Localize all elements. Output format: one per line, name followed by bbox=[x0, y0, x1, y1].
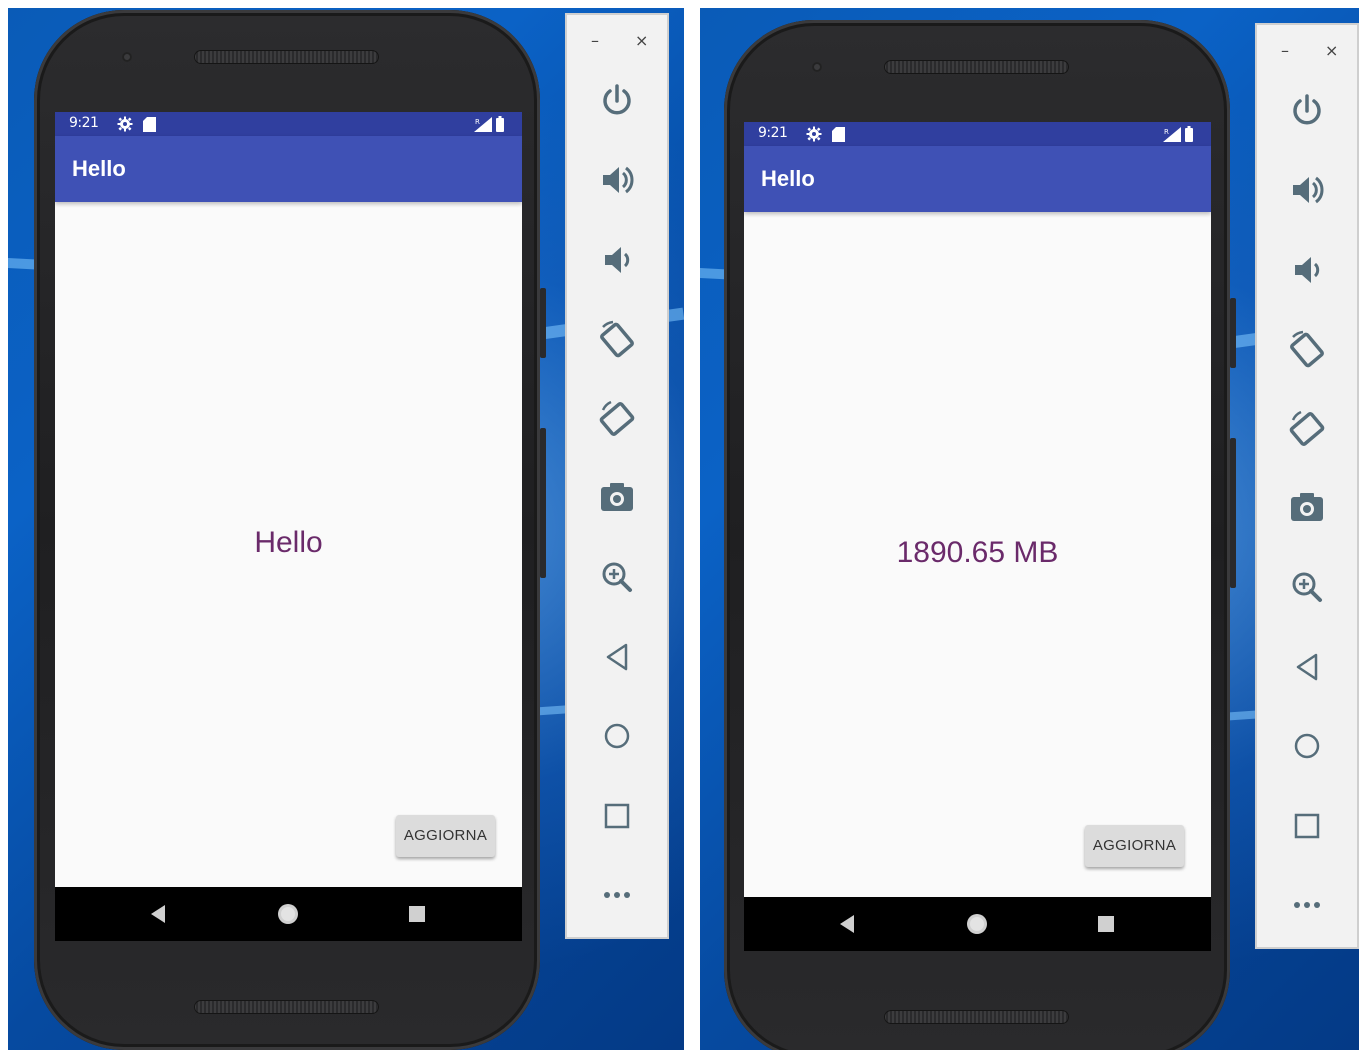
back-icon[interactable] bbox=[597, 637, 637, 677]
zoom-icon[interactable] bbox=[597, 557, 637, 597]
signal-icon: R bbox=[1163, 127, 1181, 142]
top-speaker bbox=[194, 50, 379, 64]
app-bar: Hello bbox=[744, 146, 1211, 212]
status-time: 9:21 bbox=[69, 115, 99, 131]
power-icon[interactable] bbox=[1287, 91, 1327, 131]
close-button[interactable]: × bbox=[635, 33, 648, 49]
minimize-button[interactable]: – bbox=[591, 33, 599, 49]
home-icon[interactable] bbox=[597, 716, 637, 756]
app-bar: Hello bbox=[55, 136, 522, 202]
front-camera bbox=[812, 62, 822, 72]
signal-icon: R bbox=[474, 117, 492, 132]
bottom-speaker bbox=[194, 1000, 379, 1014]
minimize-button[interactable]: – bbox=[1281, 43, 1289, 59]
top-speaker bbox=[884, 60, 1069, 74]
camera-icon[interactable] bbox=[1287, 487, 1327, 527]
settings-gear-icon bbox=[117, 116, 133, 132]
sd-card-icon bbox=[143, 117, 156, 132]
volume-up-icon[interactable] bbox=[1287, 170, 1327, 210]
left-emulator-panel: 9:21 R Hello Hello AGGIORNA – × bbox=[8, 8, 684, 1050]
volume-down-icon[interactable] bbox=[1287, 250, 1327, 290]
close-button[interactable]: × bbox=[1325, 43, 1338, 59]
rotate-left-icon[interactable] bbox=[1287, 329, 1327, 369]
overview-icon[interactable] bbox=[1287, 806, 1327, 846]
device-screen: 9:21 R bbox=[744, 122, 1211, 951]
memory-size-text: 1890.65 MB bbox=[896, 536, 1059, 569]
rotate-right-icon[interactable] bbox=[597, 398, 637, 438]
bottom-speaker bbox=[884, 1010, 1069, 1024]
status-time: 9:21 bbox=[758, 125, 788, 141]
front-camera bbox=[122, 52, 132, 62]
nav-back-icon[interactable] bbox=[840, 915, 854, 933]
navigation-bar bbox=[55, 887, 522, 941]
emulator-toolbar: – × bbox=[1255, 23, 1359, 949]
device-screen: 9:21 R bbox=[55, 112, 522, 941]
home-icon[interactable] bbox=[1287, 726, 1327, 766]
more-icon[interactable] bbox=[597, 875, 637, 915]
nav-home-icon[interactable] bbox=[966, 913, 988, 935]
battery-icon bbox=[1185, 126, 1193, 142]
app-title: Hello bbox=[761, 166, 815, 191]
aggiorna-button[interactable]: AGGIORNA bbox=[1085, 825, 1184, 867]
camera-icon[interactable] bbox=[597, 477, 637, 517]
volume-down-icon[interactable] bbox=[597, 240, 637, 280]
side-button[interactable] bbox=[1230, 298, 1236, 368]
more-icon[interactable] bbox=[1287, 885, 1327, 925]
svg-text:R: R bbox=[1164, 128, 1169, 136]
volume-up-icon[interactable] bbox=[597, 160, 637, 200]
status-bar: 9:21 R bbox=[55, 112, 522, 136]
side-button[interactable] bbox=[540, 428, 546, 578]
svg-text:R: R bbox=[475, 118, 480, 126]
navigation-bar bbox=[744, 897, 1211, 951]
side-button[interactable] bbox=[540, 288, 546, 358]
aggiorna-button[interactable]: AGGIORNA bbox=[396, 815, 495, 857]
app-title: Hello bbox=[72, 156, 126, 181]
rotate-left-icon[interactable] bbox=[597, 319, 637, 359]
sd-card-icon bbox=[832, 127, 845, 142]
settings-gear-icon bbox=[806, 126, 822, 142]
hello-text: Hello bbox=[254, 526, 323, 559]
back-icon[interactable] bbox=[1287, 647, 1327, 687]
rotate-right-icon[interactable] bbox=[1287, 408, 1327, 448]
overview-icon[interactable] bbox=[597, 796, 637, 836]
nav-recent-icon[interactable] bbox=[1098, 916, 1114, 932]
right-emulator-panel: 9:21 R Hello 1890.65 MB AGGIORNA – × bbox=[700, 8, 1359, 1050]
zoom-icon[interactable] bbox=[1287, 567, 1327, 607]
nav-home-icon[interactable] bbox=[277, 903, 299, 925]
power-icon[interactable] bbox=[597, 81, 637, 121]
nav-back-icon[interactable] bbox=[151, 905, 165, 923]
side-button[interactable] bbox=[1230, 438, 1236, 588]
emulator-toolbar: – × bbox=[565, 13, 669, 939]
battery-icon bbox=[496, 116, 504, 132]
nav-recent-icon[interactable] bbox=[409, 906, 425, 922]
status-bar: 9:21 R bbox=[744, 122, 1211, 146]
